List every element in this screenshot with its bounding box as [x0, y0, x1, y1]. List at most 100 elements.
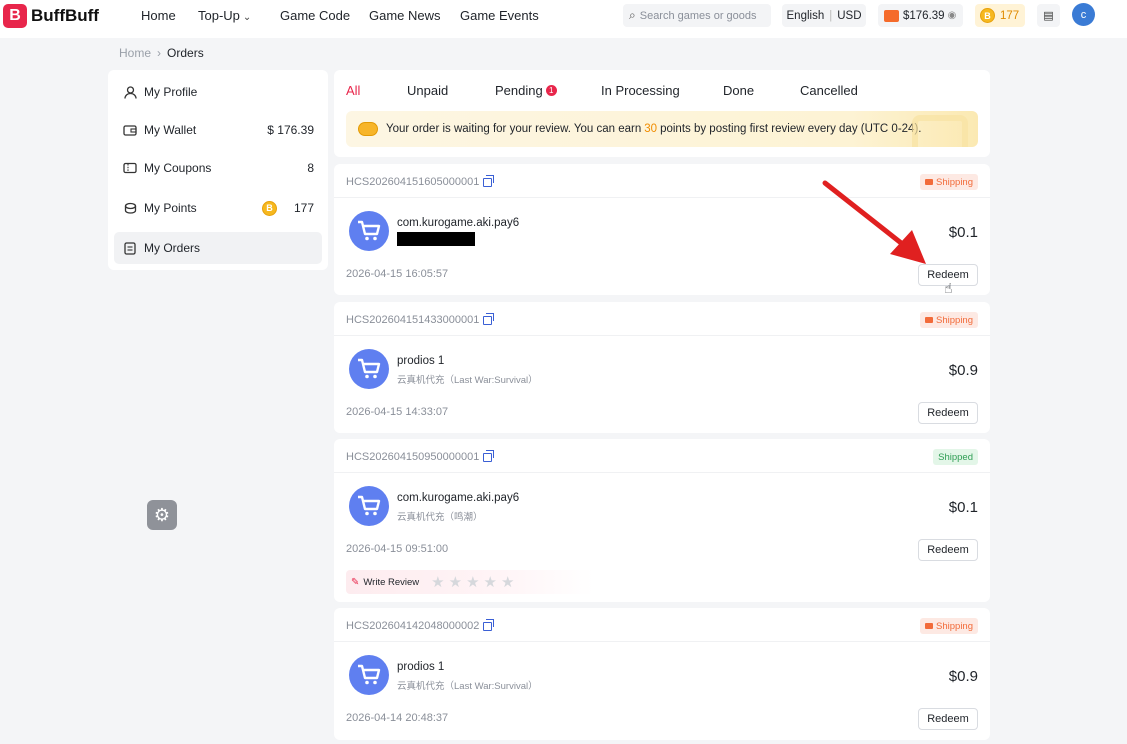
sidebar-item-my-wallet[interactable]: My Wallet $ 176.39	[114, 114, 322, 146]
currency-label: USD	[837, 9, 862, 22]
status-badge: Shipping	[920, 312, 978, 328]
star-icon[interactable]: ★	[466, 575, 479, 590]
order-card: HCS202604150950000001 Shipped com.kuroga…	[334, 439, 990, 602]
search-placeholder: Search games or goods	[639, 9, 757, 22]
search-icon: ⌕	[629, 8, 636, 22]
settings-gear-button[interactable]: ⚙	[147, 500, 177, 530]
points-value: 177	[1000, 9, 1020, 22]
star-icon[interactable]: ★	[484, 575, 497, 590]
redeem-button[interactable]: Redeem	[918, 539, 978, 561]
points-count: 177	[293, 201, 314, 215]
star-rating[interactable]: ★ ★ ★ ★ ★	[431, 575, 518, 590]
account-sidebar: My Profile My Wallet $ 176.39 My Coupons…	[108, 70, 328, 270]
breadcrumb-home[interactable]: Home	[119, 46, 151, 60]
red-annotation-arrow-icon	[822, 180, 926, 264]
redacted-block	[397, 232, 475, 246]
breadcrumb-current: Orders	[167, 46, 204, 60]
status-badge: Shipped	[933, 449, 978, 465]
avatar-initial: c	[1080, 8, 1087, 21]
nav-game-events[interactable]: Game Events	[460, 8, 539, 23]
wallet-balance: $176.39	[903, 9, 945, 22]
nav-top-up[interactable]: Top-Up ⌄	[198, 8, 251, 23]
chevron-down-icon: ⌄	[242, 12, 252, 23]
tab-all[interactable]: All	[346, 83, 360, 98]
notice-text-before: Your order is waiting for your review. Y…	[386, 123, 642, 135]
product-subtitle: 云真机代充（鸣潮）	[397, 512, 483, 523]
sidebar-item-my-coupons[interactable]: My Coupons 8	[114, 152, 322, 184]
order-id: HCS202604151433000001	[346, 312, 495, 326]
order-id: HCS202604150950000001	[346, 449, 495, 463]
order-time: 2026-04-14 20:48:37	[346, 712, 449, 724]
product-name: prodios 1	[397, 661, 445, 673]
card-divider	[334, 472, 990, 473]
redeem-button[interactable]: Redeem	[918, 708, 978, 730]
copy-icon[interactable]	[483, 312, 495, 325]
wallet-icon	[123, 123, 137, 137]
coin-icon: B	[980, 8, 995, 23]
orders-document-button[interactable]: ▤	[1037, 4, 1060, 27]
sidebar-item-label: My Points	[144, 201, 197, 215]
sidebar-item-label: My Profile	[144, 85, 198, 99]
nav-game-code[interactable]: Game Code	[280, 8, 350, 23]
user-avatar[interactable]: c	[1072, 3, 1095, 26]
breadcrumb-separator-icon: ›	[157, 46, 162, 60]
nav-game-news[interactable]: Game News	[369, 8, 441, 23]
pending-count-badge: 1	[545, 85, 557, 96]
order-price: $0.1	[948, 224, 978, 241]
buffbuff-logo[interactable]: B BuffBuff	[3, 4, 99, 28]
status-badge: Shipping	[920, 618, 978, 634]
ticket-icon	[123, 161, 137, 175]
copy-icon[interactable]	[483, 174, 495, 187]
order-id: HCS202604142048000002	[346, 618, 495, 632]
product-name: com.kurogame.aki.pay6	[397, 492, 520, 504]
notice-text-after: points by posting first review every day…	[660, 123, 922, 135]
notice-points: 30	[644, 123, 658, 135]
order-price: $0.1	[948, 499, 978, 516]
write-review-label: Write Review	[363, 576, 420, 588]
wallet-balance-value: $ 176.39	[267, 123, 314, 137]
star-icon[interactable]: ★	[449, 575, 462, 590]
order-time: 2026-04-15 16:05:57	[346, 268, 449, 280]
nav-home[interactable]: Home	[141, 8, 176, 23]
redeem-button[interactable]: Redeem	[918, 402, 978, 424]
sidebar-item-my-points[interactable]: My Points B 177	[114, 192, 322, 224]
coins-icon	[123, 201, 137, 215]
product-name: prodios 1	[397, 355, 445, 367]
copy-icon[interactable]	[483, 618, 495, 631]
top-navigation-bar: B BuffBuff Home Top-Up ⌄ Game Code Game N…	[0, 0, 1127, 38]
tab-pending[interactable]: Pending 1	[495, 83, 557, 98]
eye-icon[interactable]: ◉	[948, 10, 957, 21]
tab-cancelled[interactable]: Cancelled	[800, 83, 858, 98]
product-subtitle: 云真机代充（Last War:Survival）	[397, 681, 538, 692]
document-icon	[123, 241, 137, 255]
cart-icon	[349, 655, 389, 695]
wallet-icon	[884, 9, 899, 22]
tab-done[interactable]: Done	[723, 83, 754, 98]
star-icon[interactable]: ★	[501, 575, 514, 590]
hand-pointer-cursor-icon: ☝	[944, 280, 953, 296]
card-divider	[334, 335, 990, 336]
order-tabs-card: All Unpaid Pending 1 In Processing Done C…	[334, 70, 990, 157]
document-icon: ▤	[1043, 10, 1054, 22]
write-review-row[interactable]: ✎ Write Review ★ ★ ★ ★ ★	[346, 570, 594, 594]
star-icon[interactable]: ★	[431, 575, 444, 590]
tab-unpaid[interactable]: Unpaid	[407, 83, 448, 98]
copy-icon[interactable]	[483, 449, 495, 462]
logo-text: BuffBuff	[31, 6, 99, 25]
pen-icon: ✎	[351, 576, 360, 588]
product-name: com.kurogame.aki.pay6	[397, 217, 520, 229]
gear-icon: ⚙	[153, 504, 171, 525]
points-pill[interactable]: B 177	[975, 4, 1025, 27]
sidebar-item-label: My Wallet	[144, 123, 197, 137]
wallet-balance-pill[interactable]: $176.39 ◉	[878, 4, 963, 27]
sidebar-item-my-orders[interactable]: My Orders	[114, 232, 322, 264]
tab-in-processing[interactable]: In Processing	[601, 83, 680, 98]
breadcrumb: Home › Orders	[119, 46, 204, 60]
sidebar-item-my-profile[interactable]: My Profile	[114, 76, 322, 108]
order-time: 2026-04-15 09:51:00	[346, 543, 449, 555]
truck-icon	[925, 623, 934, 629]
language-currency-selector[interactable]: English | USD	[782, 4, 866, 27]
card-divider	[334, 641, 990, 642]
search-input[interactable]: ⌕ Search games or goods	[623, 4, 771, 27]
user-icon	[123, 85, 137, 99]
